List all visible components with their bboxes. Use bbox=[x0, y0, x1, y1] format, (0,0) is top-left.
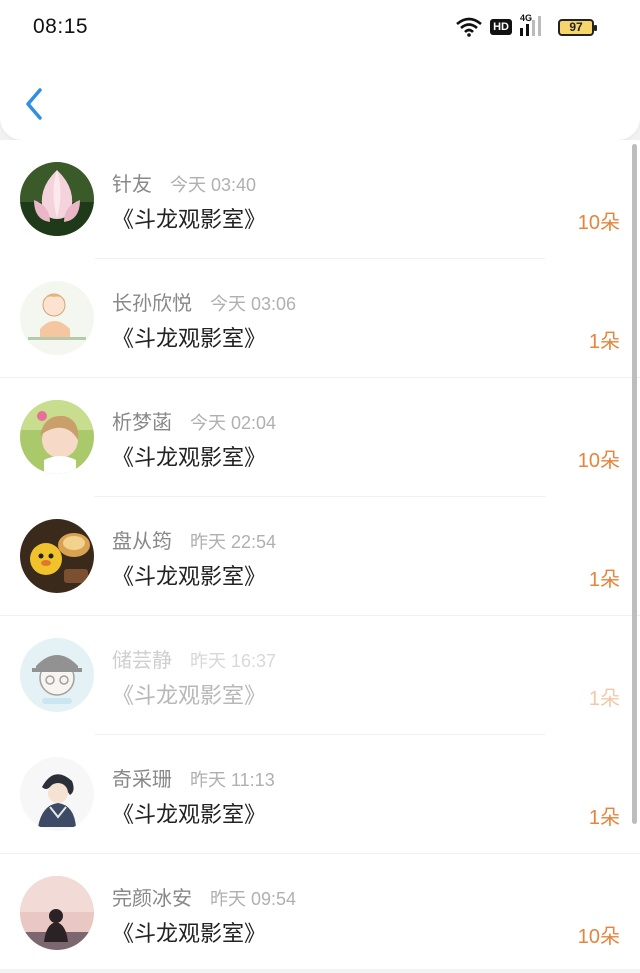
timestamp: 今天 02:04 bbox=[190, 413, 277, 433]
status-bar: 08:15 HD 4G 97 bbox=[0, 0, 640, 56]
status-icons: HD 4G 97 bbox=[456, 13, 597, 39]
list-item[interactable]: 析梦菡 今天 02:04 《斗龙观影室》 10朵 bbox=[0, 378, 640, 497]
list-item[interactable]: 盘从筠 昨天 22:54 《斗龙观影室》 1朵 bbox=[0, 497, 640, 616]
timestamp: 今天 03:40 bbox=[170, 175, 257, 195]
chevron-left-icon bbox=[26, 88, 42, 120]
status-time: 08:15 bbox=[33, 15, 89, 38]
signal-icon: 4G bbox=[520, 13, 550, 38]
gift-count: 1朵 bbox=[588, 688, 620, 710]
timestamp: 昨天 09:54 bbox=[210, 889, 297, 909]
avatar bbox=[20, 519, 94, 593]
list-item[interactable]: 针友 今天 03:40 《斗龙观影室》 10朵 bbox=[0, 140, 640, 259]
gift-count: 10朵 bbox=[577, 926, 620, 948]
avatar bbox=[20, 281, 94, 355]
user-name: 盘从筠 昨天 22:54 bbox=[112, 529, 277, 553]
avatar bbox=[20, 638, 94, 712]
user-name: 针友 今天 03:40 bbox=[112, 172, 257, 196]
gift-count: 1朵 bbox=[588, 569, 620, 591]
item-title: 《斗龙观影室》 bbox=[112, 803, 267, 828]
battery-level: 97 bbox=[569, 19, 583, 34]
list-item[interactable]: 储芸静 昨天 16:37 《斗龙观影室》 1朵 bbox=[0, 616, 640, 735]
avatar bbox=[20, 400, 94, 474]
timestamp: 今天 03:06 bbox=[210, 294, 297, 314]
back-button[interactable] bbox=[20, 84, 50, 124]
item-title: 《斗龙观影室》 bbox=[112, 565, 267, 590]
list-item[interactable]: 奇采珊 昨天 11:13 《斗龙观影室》 1朵 bbox=[0, 735, 640, 854]
user-name: 析梦菡 今天 02:04 bbox=[112, 410, 277, 434]
list-item[interactable]: 完颜冰安 昨天 09:54 《斗龙观影室》 10朵 bbox=[0, 854, 640, 973]
gift-list: 针友 今天 03:40 《斗龙观影室》 10朵 长孙欣悦 今天 03:06 《斗龙观… bbox=[0, 140, 640, 969]
item-title: 《斗龙观影室》 bbox=[112, 922, 267, 947]
avatar bbox=[20, 876, 94, 950]
timestamp: 昨天 22:54 bbox=[190, 532, 277, 552]
item-title: 《斗龙观影室》 bbox=[112, 684, 267, 709]
user-name: 完颜冰安 昨天 09:54 bbox=[112, 886, 297, 910]
user-name: 奇采珊 昨天 11:13 bbox=[112, 767, 275, 791]
user-name: 长孙欣悦 今天 03:06 bbox=[112, 291, 297, 315]
top-bar: 08:15 HD 4G 97 bbox=[0, 0, 640, 140]
gift-count: 10朵 bbox=[577, 450, 620, 472]
timestamp: 昨天 11:13 bbox=[190, 770, 275, 790]
list-item[interactable]: 长孙欣悦 今天 03:06 《斗龙观影室》 1朵 bbox=[0, 259, 640, 378]
gift-count: 1朵 bbox=[588, 331, 620, 353]
hd-badge: HD bbox=[490, 19, 512, 35]
gift-count: 1朵 bbox=[588, 807, 620, 829]
timestamp: 昨天 16:37 bbox=[190, 651, 277, 671]
item-title: 《斗龙观影室》 bbox=[112, 327, 267, 352]
battery-icon: 97 bbox=[558, 18, 597, 36]
item-title: 《斗龙观影室》 bbox=[112, 446, 267, 471]
avatar bbox=[20, 162, 94, 236]
avatar bbox=[20, 757, 94, 831]
scrollbar[interactable] bbox=[632, 144, 637, 824]
network-label: 4G bbox=[520, 13, 533, 23]
gift-count: 10朵 bbox=[577, 212, 620, 234]
item-title: 《斗龙观影室》 bbox=[112, 208, 267, 233]
user-name: 储芸静 昨天 16:37 bbox=[112, 648, 277, 672]
wifi-icon bbox=[456, 17, 482, 37]
